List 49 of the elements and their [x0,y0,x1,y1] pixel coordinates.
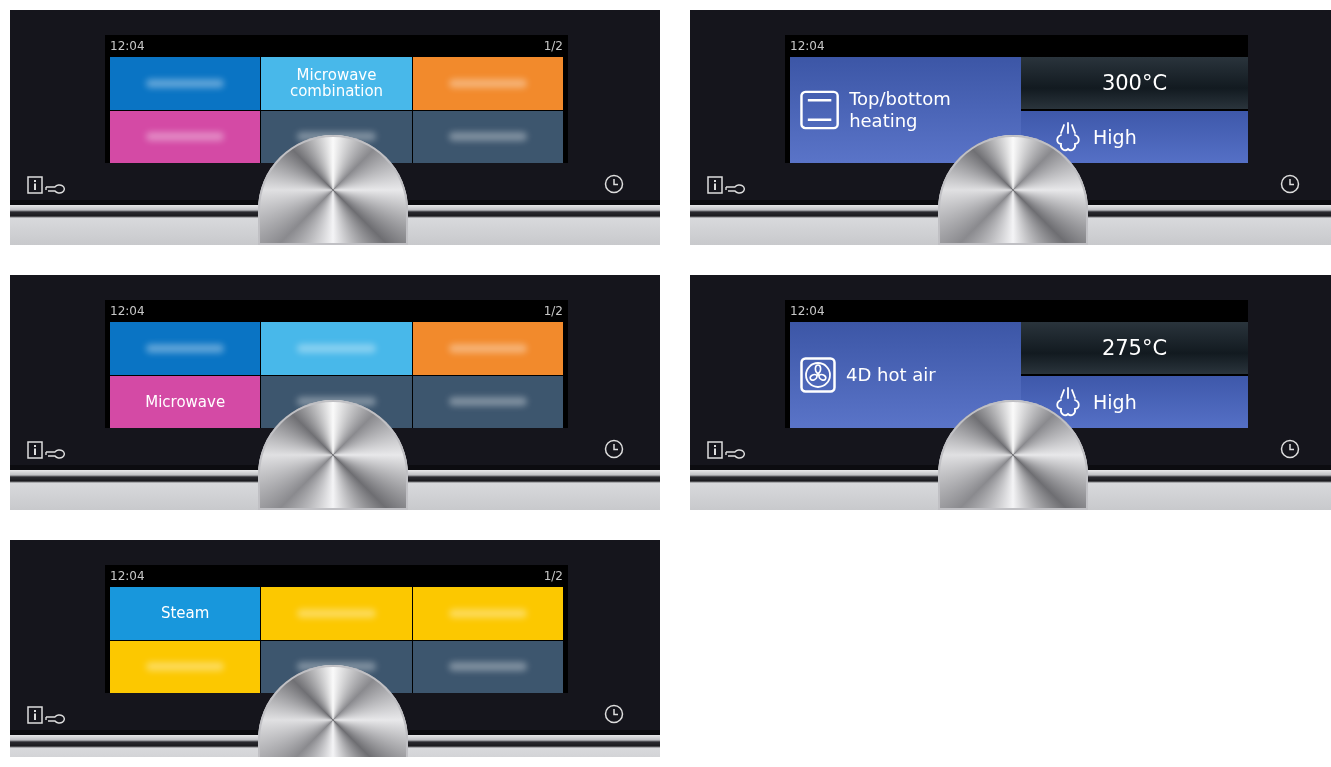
menu-tile[interactable] [110,57,261,110]
menu-tile[interactable] [412,57,563,110]
page-indicator: 1/2 [543,569,563,583]
temperature-setting[interactable]: 275°C [1021,322,1248,374]
steam-level: High [1093,126,1137,148]
page-indicator: 1/2 [543,39,563,53]
clock-time: 12:04 [110,569,145,583]
menu-tile[interactable] [110,110,261,163]
timer-clock-icon[interactable] [604,704,624,724]
menu-tile[interactable] [261,322,412,375]
steam-icon [1053,386,1083,418]
menu-tile[interactable] [412,322,563,375]
timer-clock-icon[interactable] [604,439,624,459]
menu-tile[interactable] [412,375,563,428]
info-icon[interactable] [707,441,723,459]
key-icon[interactable] [725,184,745,194]
menu-tile[interactable]: Steam [110,587,261,640]
key-icon[interactable] [45,714,65,724]
page-indicator: 1/2 [543,304,563,318]
clock-time: 12:04 [790,304,825,318]
info-icon[interactable] [707,176,723,194]
timer-clock-icon[interactable] [1279,439,1300,459]
menu-tile[interactable] [412,587,563,640]
clock-time: 12:04 [790,39,825,53]
steam-level: High [1093,391,1137,413]
temperature-setting[interactable]: 300°C [1021,57,1248,109]
menu-tile[interactable] [110,322,261,375]
heating-mode-panel[interactable]: Top/bottom heating [790,57,1021,163]
clock-time: 12:04 [110,304,145,318]
key-icon[interactable] [45,449,65,459]
timer-clock-icon[interactable] [1279,174,1300,194]
menu-tile[interactable] [261,587,412,640]
info-icon[interactable] [27,706,43,724]
steam-icon [1053,121,1083,153]
info-icon[interactable] [27,441,43,459]
clock-time: 12:04 [110,39,145,53]
heating-mode-label: Top/bottom heating [849,87,952,133]
menu-tile[interactable] [110,640,261,693]
heating-mode-label: 4D hot air [846,363,936,387]
info-icon[interactable] [27,176,43,194]
menu-tile[interactable] [412,110,563,163]
key-icon[interactable] [45,184,65,194]
menu-tile[interactable]: Microwave [110,375,261,428]
menu-tile[interactable] [412,640,563,693]
timer-clock-icon[interactable] [604,174,624,194]
key-icon[interactable] [725,449,745,459]
heating-mode-panel[interactable]: 4D hot air [790,322,1021,428]
steam-setting[interactable]: High [1021,376,1248,428]
steam-setting[interactable]: High [1021,111,1248,163]
